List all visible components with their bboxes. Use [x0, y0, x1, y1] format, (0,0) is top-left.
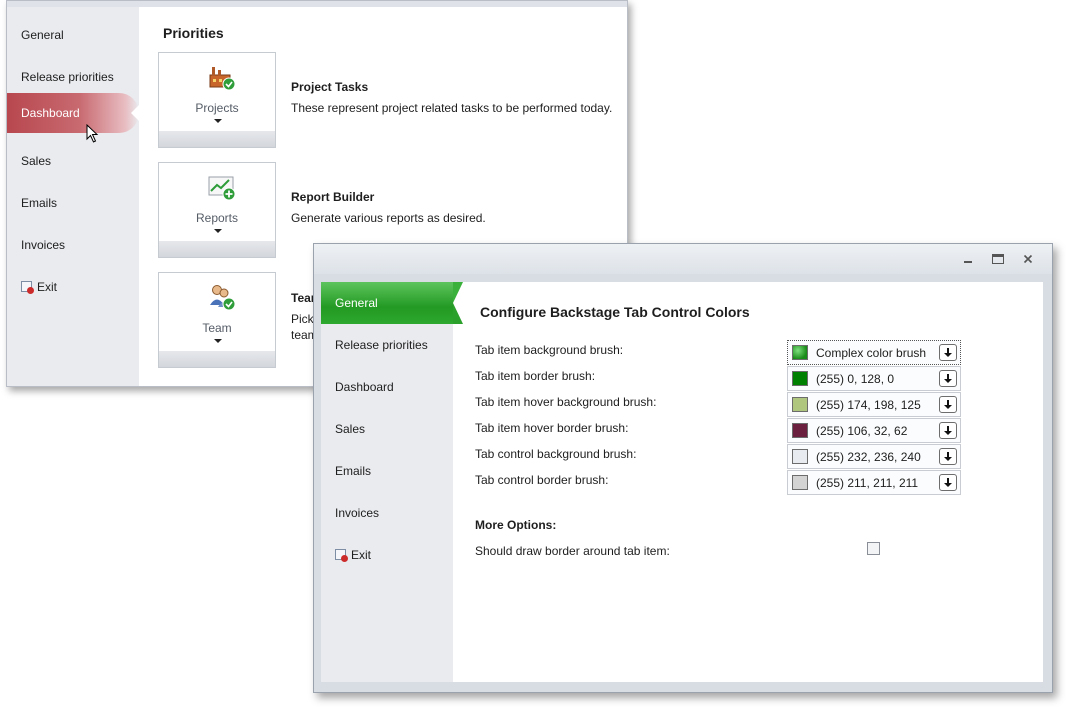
dropdown-arrow-icon[interactable]: [939, 370, 957, 387]
color-value: (255) 174, 198, 125: [816, 398, 921, 412]
color-swatch: [792, 423, 808, 438]
minimize-icon[interactable]: [960, 251, 976, 267]
close-icon[interactable]: [1020, 251, 1036, 267]
color-swatch: [792, 397, 808, 412]
reports-tile[interactable]: Reports: [158, 162, 276, 258]
color-value: (255) 0, 128, 0: [816, 372, 895, 386]
back-nav-sales[interactable]: Sales: [7, 141, 139, 181]
nav-sales[interactable]: Sales: [321, 408, 453, 450]
exit-icon: [21, 281, 34, 294]
color-picker-tab-control-background[interactable]: (255) 232, 236, 240: [787, 444, 961, 469]
brush-label: Tab control background brush:: [475, 447, 637, 461]
draw-border-checkbox[interactable]: [867, 542, 880, 555]
back-nav-release-priorities[interactable]: Release priorities: [7, 57, 139, 97]
chevron-down-icon: [214, 339, 222, 343]
dropdown-arrow-icon[interactable]: [939, 396, 957, 413]
page-title: Configure Backstage Tab Control Colors: [480, 304, 750, 320]
nav-general[interactable]: General: [321, 282, 463, 324]
team-tile[interactable]: Team: [158, 272, 276, 368]
section-title: Priorities: [163, 25, 224, 41]
chevron-down-icon: [214, 119, 222, 123]
nav-exit[interactable]: Exit: [321, 534, 453, 576]
color-swatch: [792, 371, 808, 386]
tile-footer: [159, 131, 275, 147]
team-icon: [210, 285, 236, 311]
nav-dashboard[interactable]: Dashboard: [321, 366, 453, 408]
tile-footer: [159, 351, 275, 367]
brush-label: Tab control border brush:: [475, 473, 609, 487]
tile-footer: [159, 241, 275, 257]
report-builder-title: Report Builder: [291, 190, 375, 204]
selection-pointer: [131, 104, 140, 122]
color-swatch: [792, 475, 808, 490]
back-nav-general[interactable]: General: [7, 15, 139, 55]
exit-icon: [335, 549, 348, 562]
project-tasks-description: These represent project related tasks to…: [291, 101, 613, 115]
reports-icon: [208, 176, 236, 201]
color-picker-tab-item-hover-background[interactable]: (255) 174, 198, 125: [787, 392, 961, 417]
back-sidebar: General Release priorities Dashboard Sal…: [7, 7, 140, 386]
color-swatch: [792, 449, 808, 464]
color-value: (255) 211, 211, 211: [816, 476, 919, 490]
report-builder-description: Generate various reports as desired.: [291, 211, 486, 225]
team-description-line1: Pick: [291, 312, 314, 326]
mouse-cursor-icon: [86, 124, 99, 143]
exit-label: Exit: [351, 548, 372, 562]
front-sidebar: General Release priorities Dashboard Sal…: [321, 282, 463, 682]
projects-tile-label: Projects: [195, 101, 239, 115]
color-swatch: [792, 345, 808, 360]
back-nav-exit[interactable]: Exit: [7, 267, 139, 307]
projects-tile[interactable]: Projects: [158, 52, 276, 148]
dropdown-arrow-icon[interactable]: [939, 474, 957, 491]
color-value: (255) 106, 32, 62: [816, 424, 908, 438]
project-tasks-title: Project Tasks: [291, 80, 369, 94]
back-nav-emails[interactable]: Emails: [7, 183, 139, 223]
title-bar: [314, 244, 1052, 274]
color-picker-tab-item-border[interactable]: (255) 0, 128, 0: [787, 366, 961, 391]
exit-label: Exit: [37, 280, 58, 294]
brush-label: Tab item hover border brush:: [475, 421, 629, 435]
dropdown-arrow-icon[interactable]: [939, 422, 957, 439]
color-value: (255) 232, 236, 240: [816, 450, 921, 464]
more-options-heading: More Options:: [475, 518, 557, 532]
draw-border-label: Should draw border around tab item:: [475, 544, 670, 558]
color-picker-tab-item-background[interactable]: Complex color brush: [787, 340, 961, 365]
color-value: Complex color brush: [816, 346, 927, 360]
back-nav-invoices[interactable]: Invoices: [7, 225, 139, 265]
reports-tile-label: Reports: [195, 211, 239, 225]
nav-emails[interactable]: Emails: [321, 450, 453, 492]
brush-label: Tab item hover background brush:: [475, 395, 657, 409]
team-tile-label: Team: [202, 321, 232, 335]
brush-label: Tab item background brush:: [475, 343, 624, 357]
back-nav-dashboard[interactable]: Dashboard: [7, 93, 139, 133]
brush-label: Tab item border brush:: [475, 369, 596, 383]
settings-window: General Release priorities Dashboard Sal…: [313, 243, 1053, 693]
nav-release-priorities[interactable]: Release priorities: [321, 324, 453, 366]
nav-invoices[interactable]: Invoices: [321, 492, 453, 534]
team-title: Tear: [291, 291, 316, 305]
dropdown-arrow-icon[interactable]: [939, 344, 957, 361]
color-picker-tab-item-hover-border[interactable]: (255) 106, 32, 62: [787, 418, 961, 443]
projects-icon: [209, 67, 236, 91]
chevron-down-icon: [214, 229, 222, 233]
settings-content: General Release priorities Dashboard Sal…: [321, 282, 1043, 682]
color-picker-tab-control-border[interactable]: (255) 211, 211, 211: [787, 470, 961, 495]
dropdown-arrow-icon[interactable]: [939, 448, 957, 465]
maximize-icon[interactable]: [990, 251, 1006, 267]
